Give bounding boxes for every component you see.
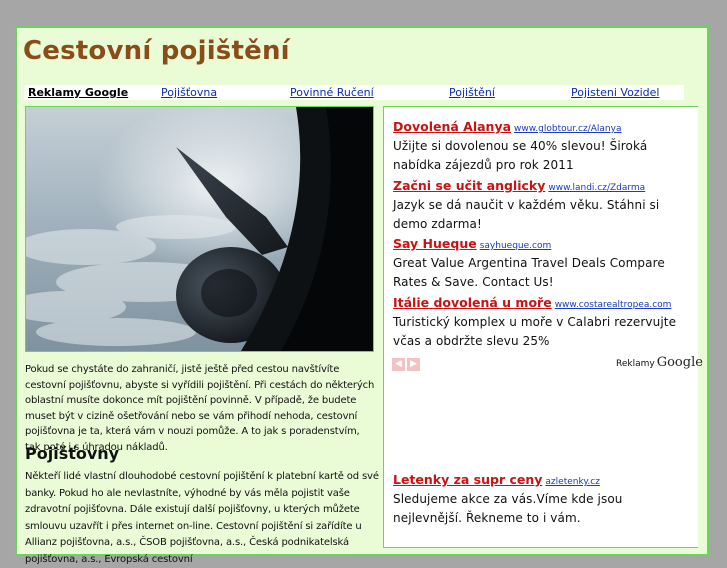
ad-url[interactable]: www.costarealtropea.com [555,300,672,310]
intro-paragraph: Pokud se chystáte do zahraničí, jistě je… [25,364,375,453]
link-povinne-ruceni[interactable]: Povinné Ručení [290,85,374,100]
ad-url[interactable]: www.landi.cz/Zdarma [548,183,645,193]
ad-text: Užijte si dovolenou se 40% slevou! Širok… [393,139,648,172]
ad-item: Začni se učit anglicky www.landi.cz/Zdarm… [393,175,693,234]
ad-item: Letenky za supr ceny azletenky.cz Sleduje… [393,469,693,528]
airplane-wing-photo [25,106,374,352]
ad-link-bar: Reklamy Google Pojišťovna Povinné Ručení… [24,85,684,100]
ad-pager: ◀ ▶ [392,351,422,371]
ad-title[interactable]: Itálie dovolená u moře [393,295,552,310]
site-title: Cestovní pojištění [23,36,290,66]
link-pojisteni-vozidel[interactable]: Pojisteni Vozidel [571,85,659,100]
google-logo: Google [656,355,703,370]
link-pojisteni[interactable]: Pojištění [449,85,495,100]
ad-title[interactable]: Letenky za supr ceny [393,472,542,487]
ad-url[interactable]: sayhueque.com [480,241,552,251]
section-paragraph: Někteří lidé vlastní dlouhodobé cestovní… [25,471,379,565]
ad-item: Dovolená Alanya www.globtour.cz/Alanya Už… [393,116,693,175]
link-pojistovna[interactable]: Pojišťovna [161,85,217,100]
ads-by-google[interactable]: Reklamy Google [616,351,703,370]
chevron-left-icon[interactable]: ◀ [392,358,405,371]
ad-url[interactable]: azletenky.cz [545,477,600,487]
ad-text: Sledujeme akce za vás.Víme kde jsou nejl… [393,492,623,525]
adchoices-label: Reklamy [616,359,655,369]
ad-text: Turistický komplex u moře v Calabri reze… [393,315,677,348]
ad-title[interactable]: Dovolená Alanya [393,119,511,134]
linkbar-header[interactable]: Reklamy Google [28,85,128,100]
ad-title[interactable]: Začni se učit anglicky [393,178,545,193]
ad-item: Say Hueque sayhueque.com Great Value Arge… [393,233,693,292]
chevron-right-icon[interactable]: ▶ [407,358,420,371]
ad-url[interactable]: www.globtour.cz/Alanya [514,124,621,134]
section-heading: Pojišťovny [25,444,120,463]
ad-text: Jazyk se dá naučit v každém věku. Stáhni… [393,198,660,231]
ad-title[interactable]: Say Hueque [393,236,477,251]
ad-item: Itálie dovolená u moře www.costarealtrope… [393,292,693,351]
ad-text: Great Value Argentina Travel Deals Compa… [393,256,665,289]
